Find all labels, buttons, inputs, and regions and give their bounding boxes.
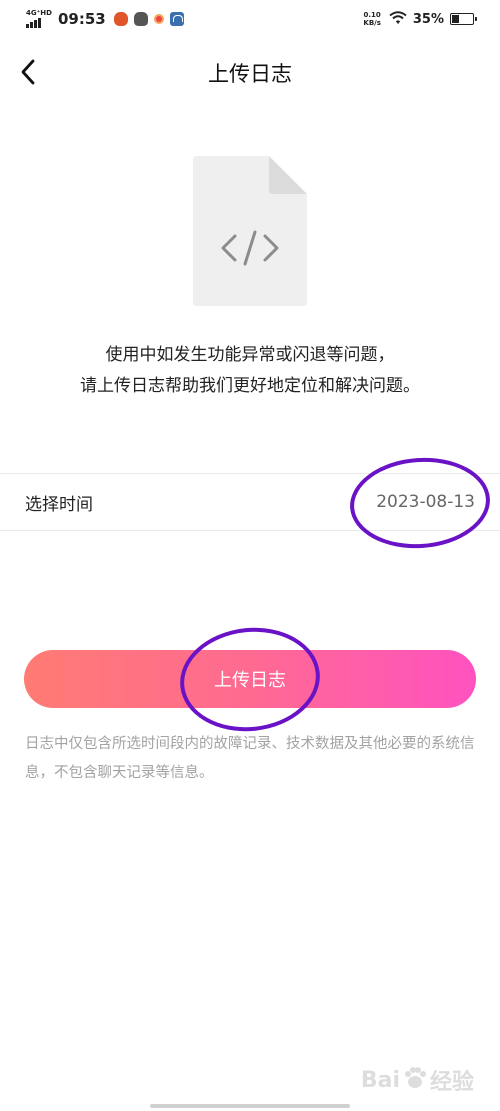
net-speed-value: 0.10 — [363, 11, 381, 19]
net-speed: 0.10 KB/s — [363, 11, 380, 27]
home-indicator[interactable] — [150, 1104, 350, 1108]
upload-log-button[interactable]: 上传日志 — [24, 650, 476, 708]
select-time-label: 选择时间 — [25, 494, 93, 515]
description-line-2: 请上传日志帮助我们更好地定位和解决问题。 — [80, 376, 420, 396]
baidu-watermark: Bai 经验 — [361, 1064, 474, 1096]
selected-date-value[interactable]: 2023-08-13 — [376, 492, 475, 512]
code-file-icon — [193, 156, 307, 306]
paw-icon — [402, 1065, 428, 1095]
battery-icon — [450, 13, 477, 25]
network-type-label: 4G⁺HD — [26, 9, 52, 17]
status-time: 09:53 — [57, 10, 106, 28]
battery-percent: 35% — [412, 11, 444, 27]
notification-robot-icon — [133, 12, 148, 26]
notification-dot-icon — [153, 14, 164, 24]
wifi-icon — [389, 10, 407, 29]
description-line-1: 使用中如发生功能异常或闪退等问题， — [105, 345, 395, 365]
watermark-text-right: 经验 — [429, 1070, 474, 1095]
status-right: 0.10 KB/s 35% — [363, 10, 477, 29]
notification-bag-icon — [169, 12, 184, 26]
network-indicator: 4G⁺HD — [26, 10, 52, 28]
status-bar: 4G⁺HD 09:53 0.10 KB/s 35% — [0, 0, 500, 38]
battery-fill — [452, 15, 459, 23]
net-speed-unit: KB/s — [363, 19, 381, 27]
watermark-text-left: Bai — [360, 1067, 400, 1093]
description-text: 使用中如发生功能异常或闪退等问题， 请上传日志帮助我们更好地定位和解决问题。 — [20, 340, 480, 402]
signal-icon — [26, 18, 41, 28]
nav-bar: 上传日志 — [0, 40, 500, 102]
notification-app-icon — [113, 12, 128, 26]
privacy-note: 日志中仅包含所选时间段内的故障记录、技术数据及其他必要的系统信息，不包含聊天记录… — [25, 736, 475, 781]
select-time-row[interactable]: 选择时间 2023-08-13 — [0, 473, 500, 531]
status-left: 4G⁺HD 09:53 — [26, 10, 190, 28]
page-title: 上传日志 — [208, 62, 292, 86]
upload-log-screen: 4G⁺HD 09:53 0.10 KB/s 35% 上传日志 使用中如发生功能异… — [0, 0, 500, 1111]
